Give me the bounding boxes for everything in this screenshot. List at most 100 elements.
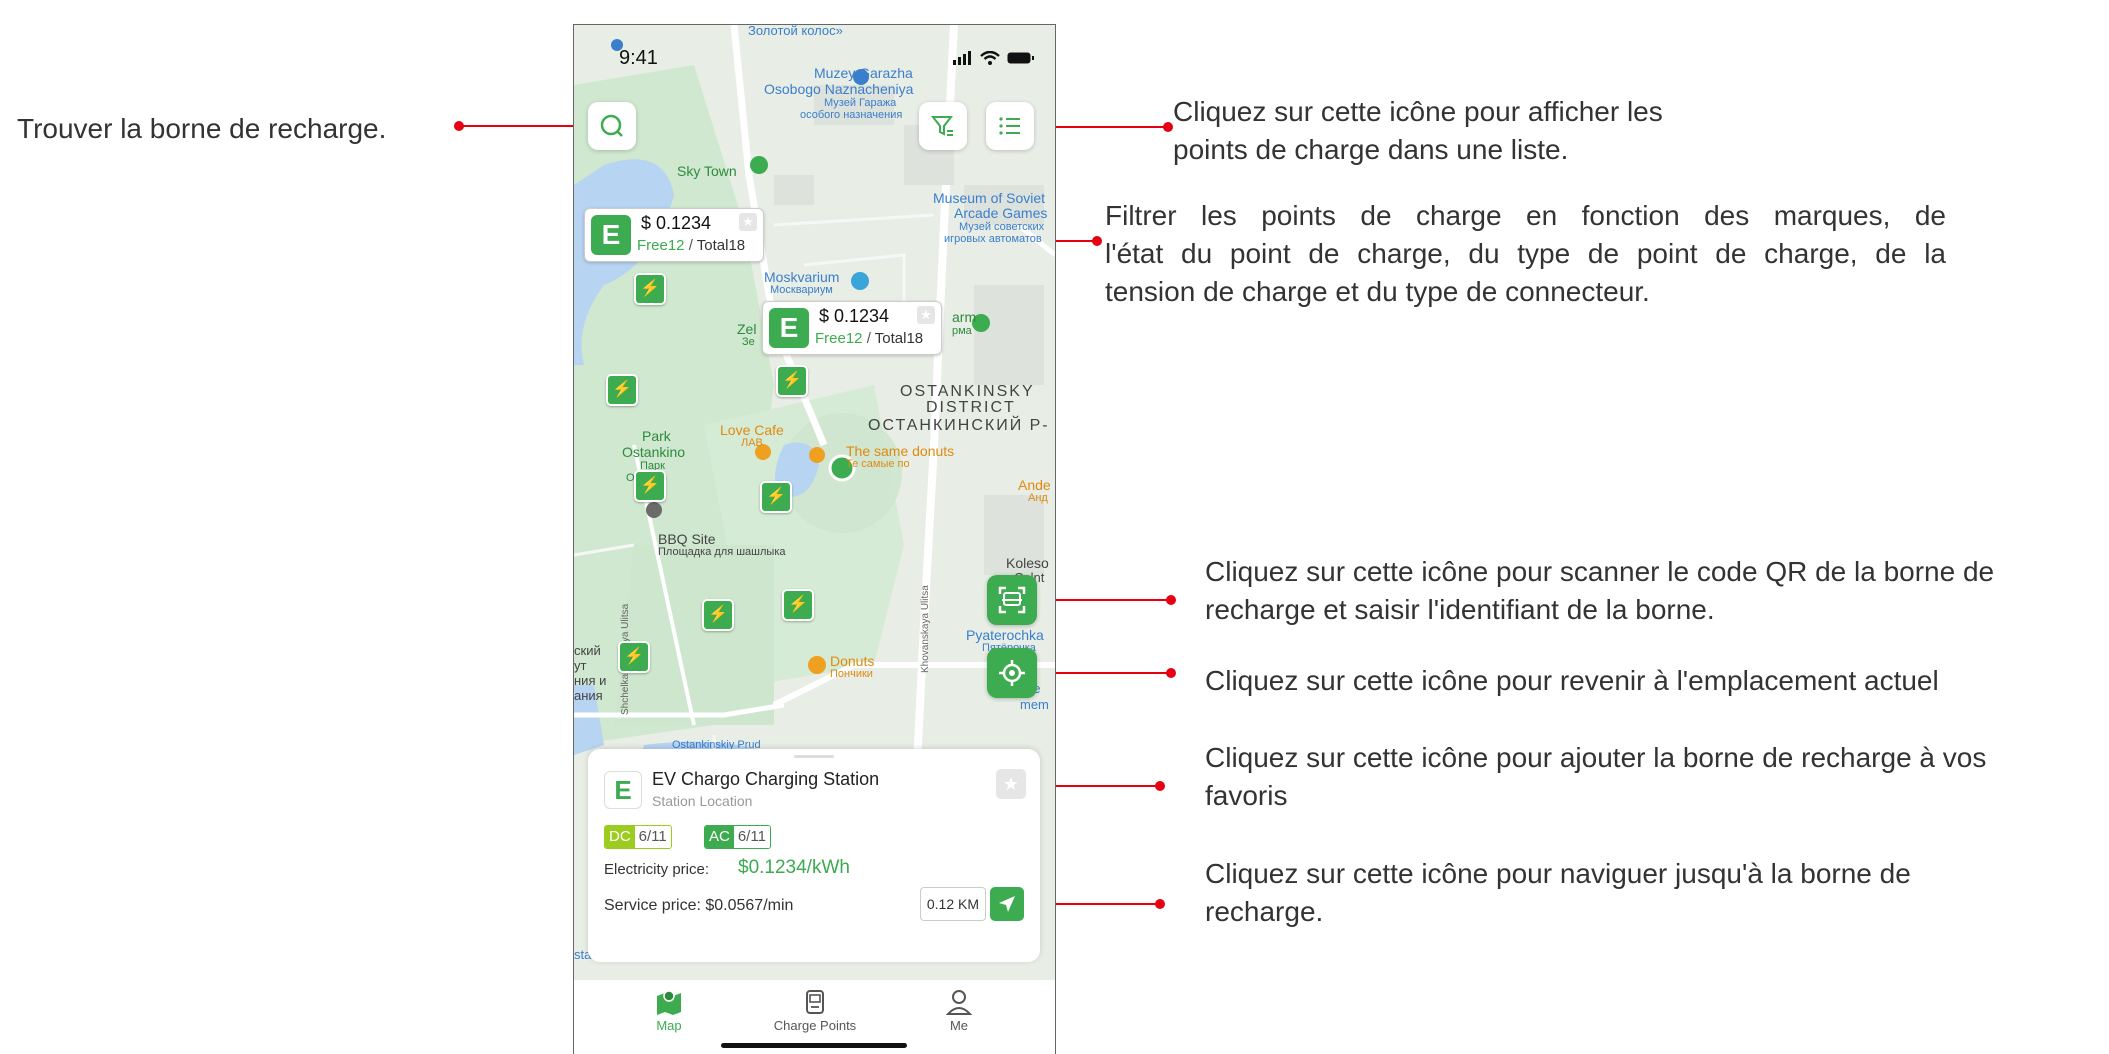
map-label: Москвариум [770,284,833,296]
price-card-availability: Free12 / Total18 [637,237,745,254]
map-label: Love Cafe [720,422,784,438]
filter-button[interactable] [919,102,967,150]
list-view-button[interactable] [986,102,1034,150]
annotation-scan-line1: Cliquez sur cette icône pour scanner le … [1205,556,1995,587]
map-label: Пончики [830,668,873,680]
annotation-dot [1155,899,1165,909]
map-label: Zel [737,321,757,337]
home-indicator[interactable] [721,1043,907,1048]
drag-handle[interactable] [794,755,834,758]
total-count: Total18 [874,330,924,347]
annotation-scan: Cliquez sur cette icône pour scanner le … [1205,553,2105,629]
annotation-filter: Filtrer les points de charge en fonction… [1105,197,1946,311]
status-time: 9:41 [619,47,658,69]
locate-me-button[interactable] [987,648,1037,698]
free-count: Free12 [815,330,863,347]
electricity-price-value: $0.1234/kWh [738,857,850,878]
annotation-filter-line3: tension de charge et du type de connecte… [1105,276,1650,307]
electricity-price-label: Electricity price: [604,861,710,878]
tab-map[interactable]: Map [614,986,724,1033]
search-icon [600,114,623,137]
status-icons [952,49,1035,70]
charging-pin-icon[interactable]: ⚡ [782,589,814,621]
tab-charge-points[interactable]: Charge Points [760,986,870,1033]
map-label: Sky Town [677,163,737,179]
annotation-dot [1155,781,1165,791]
annotation-list-line1: Cliquez sur cette icône pour afficher le… [1173,96,1663,127]
map-label: The same donuts [846,443,955,459]
annotation-dot [1166,595,1176,605]
filter-icon [930,116,954,136]
price-card-availability: Free12 / Total18 [815,330,923,347]
charging-pin-icon[interactable]: ⚡ [618,641,650,673]
map-label: Зе [742,336,755,348]
list-icon [999,117,1020,135]
map-label: Khovanskaya Ulitsa [920,585,931,673]
annotation-dot [1092,236,1102,246]
map-label: BBQ Site [658,531,716,547]
map-icon [657,990,681,1015]
scan-qr-button[interactable] [987,575,1037,625]
distance-badge: 0.12 KM [919,887,986,921]
price-card-price: $ 0.1234 [641,213,712,233]
price-card-price: $ 0.1234 [819,306,890,326]
annotation-dot [454,121,464,131]
charging-pin-icon[interactable]: ⚡ [760,481,792,513]
annotation-locate: Cliquez sur cette icône pour revenir à l… [1205,665,1939,696]
map-label: ния и [574,673,607,688]
charging-pin-icon[interactable]: ⚡ [606,374,638,406]
ac-label: AC [705,826,734,848]
station-logo-icon: E [604,771,642,809]
status-bar: 9:41 [574,25,1055,85]
map-label: DISTRICT [926,399,1016,416]
map-label: рма [952,325,972,337]
annotation-find: Trouver la borne de recharge. [17,113,387,144]
favorite-button[interactable]: ★ [996,769,1026,799]
map-label: Museum of Soviet [933,190,1046,206]
navigate-button[interactable] [990,887,1024,921]
station-logo-icon: E [769,308,809,348]
map-label: игровых автоматов [944,233,1042,245]
tab-me[interactable]: Me [904,986,1014,1033]
star-icon: ★ [739,213,757,231]
annotation-fav-line1: Cliquez sur cette icône pour ajouter la … [1205,742,1987,773]
annotation-nav-line2: recharge. [1205,896,1324,927]
charging-pin-icon[interactable]: ⚡ [634,470,666,502]
tab-charge-points-label: Charge Points [773,1018,857,1033]
separator: / [866,330,871,347]
annotation-nav-line1: Cliquez sur cette icône pour naviguer ju… [1205,858,1911,889]
signal-icon [952,51,971,65]
scan-icon [998,586,1026,614]
annotation-fav-line2: favoris [1205,780,1288,811]
station-name: EV Chargo Charging Station [652,769,880,789]
station-price-card[interactable]: E $ 0.1234 Free12 / Total18 ★ [584,208,764,262]
service-price: Service price: $0.0567/min [604,897,794,914]
charging-pin-icon[interactable]: ⚡ [776,365,808,397]
ac-value: 6/11 [733,826,770,848]
map-label: ский [574,643,601,658]
separator: / [688,237,693,254]
map-label: ут [574,658,587,673]
annotation-list: Cliquez sur cette icône pour afficher le… [1173,93,1793,169]
map-label: Анд [1028,492,1048,504]
charge-point-icon [806,990,824,1014]
map-label: ания [574,688,603,703]
charging-pin-icon[interactable]: ⚡ [634,273,666,305]
charging-pin-icon[interactable]: ⚡ [702,599,734,631]
star-icon: ★ [1002,774,1020,794]
annotation-list-line2: points de charge dans une liste. [1173,134,1569,165]
station-price-card[interactable]: E $ 0.1234 Free12 / Total18 ★ [762,301,942,355]
map-label: Площадка для шашлыка [658,546,786,558]
map-label: особого назначения [800,109,903,121]
dc-badge: DC 6/11 [604,825,672,849]
annotation-dot [1163,122,1173,132]
location-target-icon [999,660,1025,686]
phone-screen: Золотой колос» Muzey Garazha Osobogo Naz… [573,24,1056,1054]
dc-label: DC [605,826,635,848]
station-detail-card[interactable]: E EV Chargo Charging Station Station Loc… [588,749,1040,962]
annotation-filter-line2: l'état du point de charge, du type de po… [1105,238,1946,269]
map-label: ЛАВ [741,437,763,449]
annotation-dot [1166,668,1176,678]
search-button[interactable] [588,102,636,150]
free-count: Free12 [637,237,685,254]
